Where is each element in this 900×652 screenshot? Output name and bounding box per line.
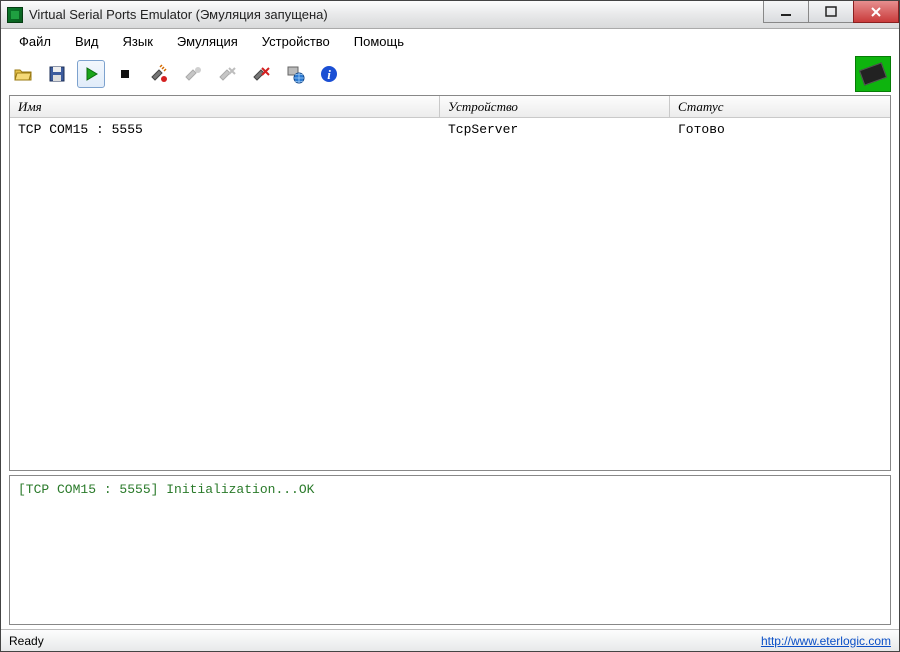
window-title: Virtual Serial Ports Emulator (Эмуляция … <box>29 7 328 22</box>
column-name[interactable]: Имя <box>10 96 440 117</box>
cell-device: TcpServer <box>440 118 670 140</box>
network-icon <box>285 64 305 84</box>
menu-file[interactable]: Файл <box>9 32 61 51</box>
remove-device-icon <box>217 64 237 84</box>
window-controls <box>764 1 899 23</box>
device-list: Имя Устройство Статус TCP COM15 : 5555 T… <box>9 95 891 471</box>
status-text: Ready <box>9 634 44 648</box>
info-icon: i <box>319 64 339 84</box>
cell-name: TCP COM15 : 5555 <box>10 118 440 140</box>
close-button[interactable] <box>853 1 899 23</box>
menu-help[interactable]: Помощь <box>344 32 414 51</box>
save-button[interactable] <box>43 60 71 88</box>
menu-view[interactable]: Вид <box>65 32 109 51</box>
menu-device[interactable]: Устройство <box>252 32 340 51</box>
save-icon <box>47 64 67 84</box>
network-device-button[interactable] <box>281 60 309 88</box>
add-device2-button[interactable] <box>179 60 207 88</box>
menu-language[interactable]: Язык <box>113 32 163 51</box>
cell-status: Готово <box>670 118 890 140</box>
table-row[interactable]: TCP COM15 : 5555 TcpServer Готово <box>10 118 890 140</box>
log-pane[interactable]: [TCP COM15 : 5555] Initialization...OK <box>9 475 891 625</box>
list-header: Имя Устройство Статус <box>10 96 890 118</box>
add-device-button[interactable] <box>145 60 173 88</box>
add-device-icon <box>149 64 169 84</box>
stop-icon <box>115 64 135 84</box>
column-device[interactable]: Устройство <box>440 96 670 117</box>
close-icon <box>869 6 883 18</box>
minimize-icon <box>779 6 793 18</box>
list-body[interactable]: TCP COM15 : 5555 TcpServer Готово <box>10 118 890 470</box>
maximize-button[interactable] <box>808 1 854 23</box>
remove-device-button[interactable] <box>213 60 241 88</box>
app-window: Virtual Serial Ports Emulator (Эмуляция … <box>0 0 900 652</box>
toolbar: i <box>1 53 899 95</box>
maximize-icon <box>824 6 838 18</box>
add-device2-icon <box>183 64 203 84</box>
play-button[interactable] <box>77 60 105 88</box>
info-button[interactable]: i <box>315 60 343 88</box>
app-icon <box>7 7 23 23</box>
delete-device-icon <box>251 64 271 84</box>
status-link[interactable]: http://www.eterlogic.com <box>761 634 891 648</box>
minimize-button[interactable] <box>763 1 809 23</box>
menubar: Файл Вид Язык Эмуляция Устройство Помощь <box>1 29 899 53</box>
column-status[interactable]: Статус <box>670 96 890 117</box>
delete-device-button[interactable] <box>247 60 275 88</box>
open-icon <box>13 64 33 84</box>
svg-text:i: i <box>327 67 331 82</box>
content-area: Имя Устройство Статус TCP COM15 : 5555 T… <box>1 95 899 629</box>
open-button[interactable] <box>9 60 37 88</box>
statusbar: Ready http://www.eterlogic.com <box>1 629 899 651</box>
log-line: [TCP COM15 : 5555] Initialization...OK <box>18 482 882 497</box>
menu-emulation[interactable]: Эмуляция <box>167 32 248 51</box>
play-icon <box>81 64 101 84</box>
hardware-button[interactable] <box>855 56 891 92</box>
stop-button[interactable] <box>111 60 139 88</box>
titlebar: Virtual Serial Ports Emulator (Эмуляция … <box>1 1 899 29</box>
